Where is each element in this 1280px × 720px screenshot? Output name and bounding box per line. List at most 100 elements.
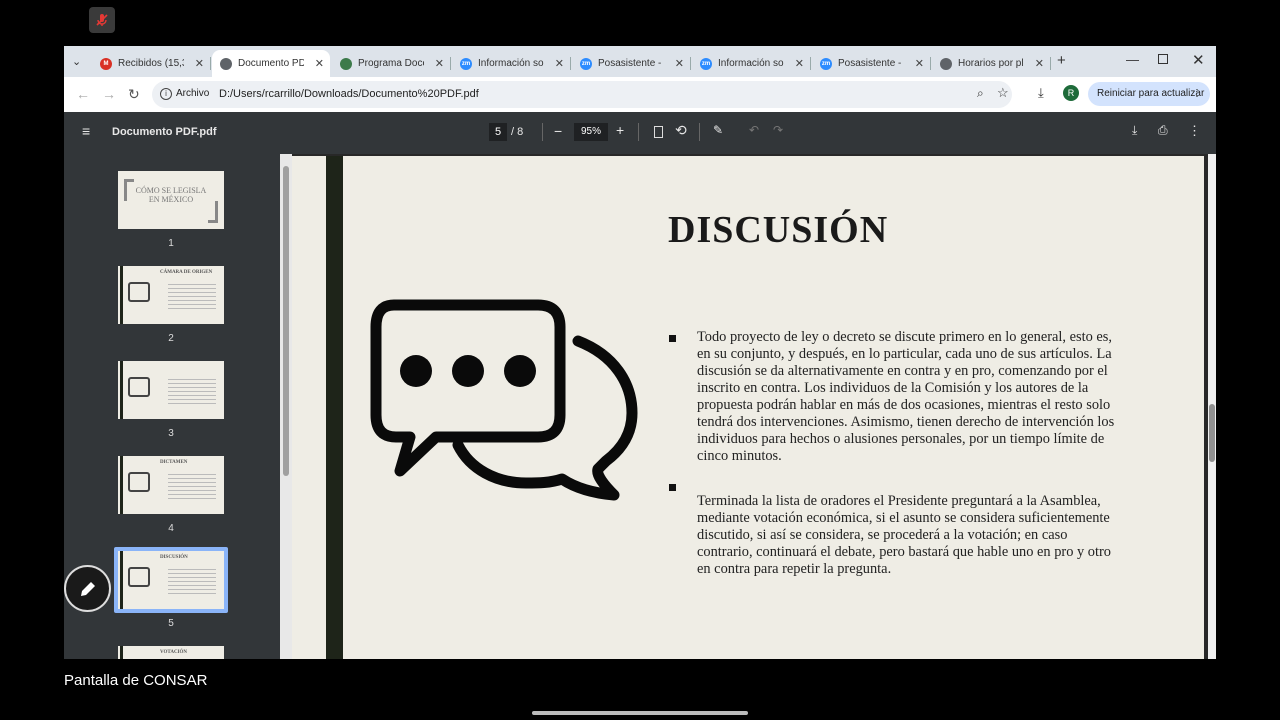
zoom-magnifier-icon[interactable]: ⌕ — [977, 86, 984, 101]
browser-window: ⌄ MRecibidos (15,33✕Documento PDF✕Progra… — [64, 46, 1216, 659]
thumbnail-page-2[interactable]: CÁMARA DE ORIGEN — [118, 266, 224, 324]
bookmark-star-icon[interactable]: ☆ — [997, 85, 1009, 101]
divider — [542, 123, 543, 141]
thumbnail-number: 1 — [168, 238, 174, 249]
page-scroll-thumb[interactable] — [1209, 404, 1215, 462]
tab-separator — [690, 57, 691, 70]
paragraph-line: mediante votación económica, si el asunt… — [697, 510, 1110, 526]
tab-title: Posasistente - Zo — [598, 58, 664, 69]
annotate-pen-icon[interactable]: ✎ — [713, 123, 723, 137]
zoom-icon: zm — [580, 57, 592, 70]
redo-icon[interactable]: ↷ — [773, 123, 783, 137]
menu-icon[interactable]: ≡ — [82, 123, 90, 139]
restore-button[interactable] — [1158, 54, 1168, 64]
undo-icon[interactable]: ↶ — [749, 123, 759, 137]
page-scrollbar[interactable] — [1208, 154, 1216, 659]
profile-avatar[interactable]: R — [1063, 85, 1079, 101]
tab-8[interactable]: Horarios por pla ✕ — [932, 50, 1051, 77]
thumbnail-page-5[interactable]: DISCUSIÓN — [118, 551, 224, 609]
close-window-button[interactable]: ✕ — [1192, 51, 1205, 69]
thumbnail-text-lines — [168, 569, 216, 597]
sidebar-scroll-thumb[interactable] — [283, 166, 289, 476]
tab-6[interactable]: zm Información sob ✕ — [692, 50, 811, 77]
paragraph-line: discusión se da alternativamente en cont… — [697, 363, 1108, 379]
close-tab-icon[interactable]: ✕ — [795, 57, 804, 70]
omnibox[interactable]: i Archivo D:/Users/rcarrillo/Downloads/D… — [152, 81, 1012, 108]
tab-title: Programa Docen — [358, 58, 424, 69]
tab-3[interactable]: Programa Docen ✕ — [332, 50, 451, 77]
close-tab-icon[interactable]: ✕ — [675, 57, 684, 70]
zoom-input[interactable]: 95% — [574, 123, 608, 141]
tab-7[interactable]: zm Posasistente - Zo ✕ — [812, 50, 931, 77]
tab-separator — [810, 57, 811, 70]
tab-title: Posasistente - Zo — [838, 58, 904, 69]
rotate-icon[interactable]: ⟲ — [675, 122, 687, 139]
paragraph-line: contrario, continuará el debate, pero ba… — [697, 544, 1111, 560]
thumbnail-title: CÁMARA DE ORIGEN — [160, 270, 213, 275]
tab-search-chevron-icon[interactable]: ⌄ — [72, 55, 81, 68]
pencil-icon — [80, 581, 95, 596]
close-tab-icon[interactable]: ✕ — [555, 57, 564, 70]
url-text[interactable]: D:/Users/rcarrillo/Downloads/Documento%2… — [219, 88, 479, 100]
menu-kebab-icon[interactable]: ⋮ — [1192, 82, 1202, 106]
thumbnail-number: 5 — [168, 618, 174, 629]
download-pdf-icon[interactable]: ⤓ — [1132, 123, 1137, 138]
close-tab-icon[interactable]: ✕ — [435, 57, 444, 70]
tab-1[interactable]: M Recibidos (15,33 ✕ — [92, 50, 211, 77]
muted-mic-icon[interactable] — [89, 7, 115, 33]
close-tab-icon[interactable]: ✕ — [195, 57, 204, 70]
tab-5[interactable]: zm Posasistente - Zo ✕ — [572, 50, 691, 77]
tab-title: Horarios por pla — [958, 58, 1024, 69]
file-chip: Archivo — [176, 88, 210, 99]
tab-2[interactable]: Documento PDF ✕ — [212, 50, 330, 77]
paragraph-line: propuesta podrán hablar en más de dos oc… — [697, 397, 1111, 413]
tab-separator — [450, 57, 451, 70]
sidebar-scrollbar[interactable] — [280, 154, 292, 659]
new-tab-button[interactable]: + — [1057, 52, 1066, 69]
edit-pencil-button[interactable] — [64, 565, 111, 612]
thumbnail-page-1[interactable]: CÓMO SE LEGISLA EN MÉXICO — [118, 171, 224, 229]
close-tab-icon[interactable]: ✕ — [915, 57, 924, 70]
info-icon[interactable]: i — [160, 88, 172, 100]
close-tab-icon[interactable]: ✕ — [315, 57, 324, 70]
tab-separator — [930, 57, 931, 70]
back-button[interactable]: ← — [76, 86, 90, 102]
thumbnail-page-3[interactable] — [118, 361, 224, 419]
zoom-in-button[interactable]: + — [616, 122, 624, 138]
more-options-icon[interactable]: ⋮ — [1188, 123, 1201, 139]
thumbnail-number: 2 — [168, 333, 174, 344]
close-tab-icon[interactable]: ✕ — [1035, 57, 1044, 70]
chat-bubbles-icon — [370, 299, 638, 501]
page-area: DISCUSIÓN Todo proyecto de ley o decreto… — [292, 154, 1216, 659]
bullet-marker — [669, 335, 676, 342]
fit-page-icon[interactable] — [654, 126, 663, 138]
tab-title: Documento PDF — [238, 58, 304, 69]
address-bar: ← → ↻ i Archivo D:/Users/rcarrillo/Downl… — [64, 77, 1216, 112]
screen-share-caption: Pantalla de CONSAR — [64, 672, 208, 689]
paragraph-line: en su conjunto, y después, en lo particu… — [697, 346, 1112, 362]
page-number-input[interactable]: 5 — [489, 123, 507, 141]
reload-button[interactable]: ↻ — [128, 86, 140, 103]
paragraph-2: Terminada la lista de oradores el Presid… — [697, 493, 1111, 578]
download-icon[interactable]: ⤓ — [1038, 85, 1044, 101]
bullet-marker — [669, 484, 676, 491]
thumbnail-graphic — [128, 472, 150, 492]
thumbnail-frame — [208, 201, 218, 223]
thumbnail-title: DISCUSIÓN — [160, 555, 188, 560]
home-indicator[interactable] — [532, 711, 748, 715]
thumbnail-page-4[interactable]: DICTAMEN — [118, 456, 224, 514]
thumbnail-text-lines — [168, 284, 216, 312]
update-button[interactable]: Reiniciar para actualizar ⋮ — [1088, 82, 1210, 106]
zoom-out-button[interactable]: − — [554, 123, 562, 139]
paragraph-line: Todo proyecto de ley o decreto se discut… — [697, 329, 1112, 345]
thumbnail-accent-bar — [120, 361, 123, 419]
thumbnail-title: VOTACIÓN — [160, 650, 188, 655]
thumbnail-accent-bar — [120, 646, 123, 659]
forward-button[interactable]: → — [102, 86, 116, 102]
program-icon — [340, 57, 352, 70]
thumbnail-page-6[interactable]: VOTACIÓN — [118, 646, 224, 659]
minimize-button[interactable]: — — [1126, 52, 1139, 67]
print-icon[interactable]: ⎙ — [1158, 123, 1168, 138]
tab-4[interactable]: zm Información sob ✕ — [452, 50, 571, 77]
thumbnail-text-lines — [168, 379, 216, 407]
